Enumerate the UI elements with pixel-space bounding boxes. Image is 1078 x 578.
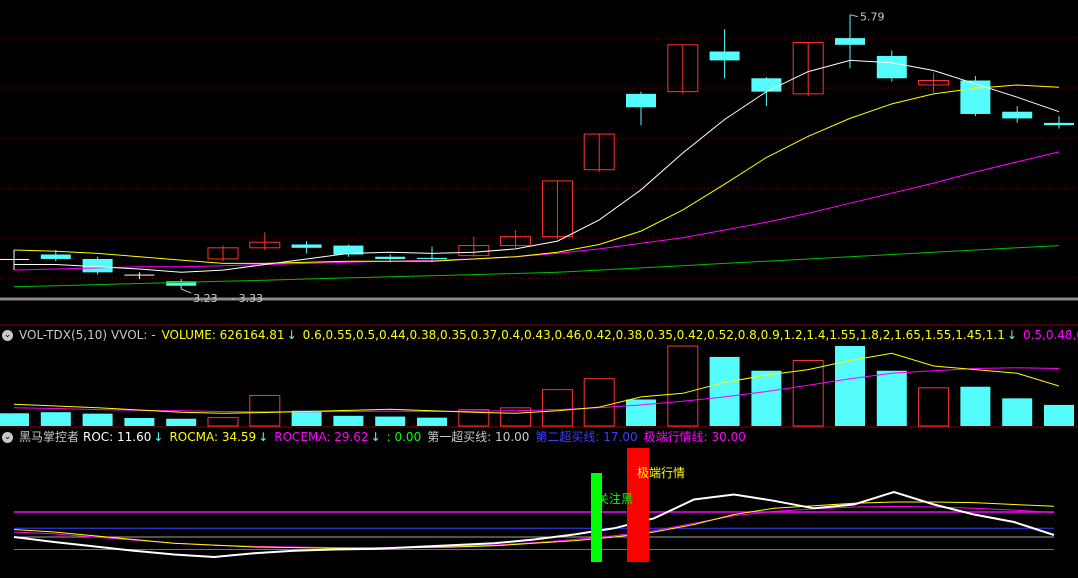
first-overbought-value: 第一超买线: 10.00 xyxy=(427,430,530,444)
candle-body-down xyxy=(0,258,29,260)
candle-body-down xyxy=(626,93,656,108)
ma60-line xyxy=(13,245,1060,288)
vol-indicator-name[interactable]: VOL-TDX(5,10) xyxy=(19,328,107,342)
volume-bar-up xyxy=(249,394,281,427)
candle-body-down xyxy=(835,38,865,45)
down-arrow-icon: ↓ xyxy=(286,328,297,342)
volume-bar-down xyxy=(0,413,29,426)
candle-body-down xyxy=(1044,122,1074,126)
low-price-label: - 3.33 xyxy=(231,292,263,305)
volume-bar-down xyxy=(124,418,155,426)
candle-body-down xyxy=(1002,111,1033,119)
candle-body-down xyxy=(876,55,907,79)
vvol-value: VVOL: - xyxy=(111,328,156,342)
vol-ma10-value: 0.5,0.48,0.45,0.43,0.42,0.4,0.39,0.39,0.… xyxy=(1022,328,1078,342)
signal-label-red: 极端行情 xyxy=(637,466,685,480)
volume-bar-down xyxy=(375,416,406,426)
low-pointer-icon xyxy=(181,288,192,294)
volume-bar-down xyxy=(166,418,197,426)
candle-body-down xyxy=(291,244,322,248)
candle-body-down xyxy=(709,51,740,61)
volume-bar-down xyxy=(626,399,656,426)
indicator-signal-bars: 关注黑极端行情 xyxy=(591,448,685,562)
volume-bar-down xyxy=(835,346,865,426)
volume-bar-down xyxy=(876,370,907,426)
volume-bar-down xyxy=(1044,404,1074,426)
second-overbought-value: 第二超买线: 17.00 xyxy=(535,430,638,444)
volume-bar-down xyxy=(40,412,71,426)
volume-bar-up xyxy=(667,345,699,427)
collapse-icon[interactable]: ⌄ xyxy=(2,432,13,443)
indicator-lines xyxy=(13,490,1055,559)
price-candles xyxy=(0,14,1074,290)
volume-bars xyxy=(0,345,1074,427)
low-price-label: 3.23 xyxy=(193,292,218,305)
down-arrow-icon: ↓ xyxy=(370,430,381,444)
candle-body-down xyxy=(124,274,155,276)
candle-body-down xyxy=(82,258,113,273)
candle-body-down xyxy=(417,257,447,259)
vol-ma5-value: 0.6,0.55,0.5,0.44,0.38,0.35,0.37,0.4,0.4… xyxy=(302,328,1005,342)
indicator-name[interactable]: 黑马掌控者 xyxy=(19,430,79,444)
volume-bar-down xyxy=(751,370,782,426)
candle-body-down xyxy=(751,78,782,92)
indicator-header: ⌄ 黑马掌控者 ROC: 11.60 ↓ ROCMA: 34.59 ↓ ROCEMA: 29… xyxy=(0,429,752,445)
ma20-line xyxy=(13,151,1060,271)
high-pointer-icon xyxy=(849,14,859,18)
down-arrow-icon: ↓ xyxy=(153,430,164,444)
price-ma-lines xyxy=(13,59,1060,288)
down-arrow-icon: ↓ xyxy=(1006,328,1017,342)
signal-bar-green xyxy=(591,473,602,562)
ma10-line xyxy=(13,84,1060,264)
volume-bar-up xyxy=(918,387,950,427)
high-price-label: 5.79 xyxy=(860,11,885,24)
rocma-value: ROCMA: 34.59 xyxy=(169,430,257,444)
volume-bar-down xyxy=(960,386,991,426)
roc-value: ROC: 11.60 xyxy=(83,430,152,444)
collapse-icon[interactable]: ⌄ xyxy=(2,330,13,341)
volume-bar-up xyxy=(792,360,824,427)
volume-bar-down xyxy=(709,356,740,426)
volume-bar-down xyxy=(333,415,364,426)
volume-value: VOLUME: 626164.81 xyxy=(161,328,285,342)
volume-bar-up xyxy=(207,417,239,427)
candle-body-down xyxy=(960,80,991,114)
volume-bar-down xyxy=(291,410,322,426)
rocema-value: ROCEMA: 29.62 xyxy=(274,430,369,444)
rocma-line xyxy=(13,501,1055,549)
volume-bar-down xyxy=(417,417,447,426)
zero-line-value: : 0.00 xyxy=(386,430,422,444)
chart-window[interactable]: 5.79 3.23 - 3.33 关注黑 极端行情 ⌄ VOL-TDX(5,10) VVO… xyxy=(0,0,1078,578)
signal-label-green: 关注黑 xyxy=(597,491,633,506)
volume-bar-up xyxy=(583,378,615,427)
candle-body-down xyxy=(375,256,406,259)
volume-bar-down xyxy=(82,413,113,426)
volume-header: ⌄ VOL-TDX(5,10) VVOL: - VOLUME: 626164.81 ↓ 0… xyxy=(0,327,1078,343)
chart-canvas[interactable]: 5.79 3.23 - 3.33 关注黑极端行情 xyxy=(0,0,1078,578)
extreme-line-value: 极端行情线: 30.00 xyxy=(643,430,746,444)
volume-bar-up xyxy=(541,389,573,427)
down-arrow-icon: ↓ xyxy=(258,430,269,444)
ma5-line xyxy=(14,59,1060,273)
candle-body-down xyxy=(40,254,71,259)
price-grid xyxy=(0,37,1078,428)
volume-bar-down xyxy=(1002,398,1033,426)
